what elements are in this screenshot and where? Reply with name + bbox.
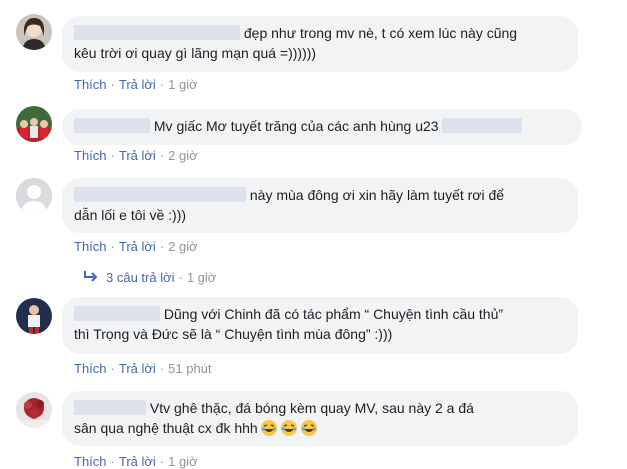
timestamp[interactable]: 2 giờ <box>168 148 198 163</box>
laughing-tears-emoji-icon <box>280 419 298 437</box>
redacted-tagged-name[interactable] <box>442 118 523 133</box>
timestamp[interactable]: 1 giờ <box>168 454 198 469</box>
comment-text-line1: Dũng với Chinh đã có tác phẩm “ Chuyện t… <box>163 306 504 322</box>
like-link[interactable]: Thích <box>74 361 107 376</box>
redacted-author-name[interactable] <box>74 118 150 133</box>
avatar[interactable] <box>16 14 52 50</box>
comment-text-line2: dẫn lối e tôi về :))) <box>74 207 187 223</box>
timestamp[interactable]: 51 phút <box>168 361 211 376</box>
comment-bubble: Dũng với Chinh đã có tác phẩm “ Chuyện t… <box>62 297 578 354</box>
view-replies-link[interactable]: 3 câu trả lời · 1 giờ <box>84 270 216 285</box>
comment-text-line2: kêu trời ơi quay gì lãng mạn quá =)))))) <box>74 45 317 61</box>
comment-text-line1: Vtv ghê thặc, đá bóng kèm quay MV, sau n… <box>149 400 474 416</box>
like-link[interactable]: Thích <box>74 239 107 254</box>
avatar[interactable] <box>16 298 52 334</box>
comment-actions: Thích · Trả lời · 1 giờ <box>74 77 198 92</box>
comment-text-line1: đẹp như trong mv nè, t có xem lúc này cũ… <box>243 25 518 41</box>
comment-actions: Thích · Trả lời · 1 giờ <box>74 454 198 469</box>
timestamp[interactable]: 2 giờ <box>168 239 198 254</box>
comment-bubble: đẹp như trong mv nè, t có xem lúc này cũ… <box>62 16 578 72</box>
comment-text-line1: Mv giấc Mơ tuyết trăng của các anh hùng … <box>153 118 439 134</box>
avatar-placeholder[interactable] <box>16 178 52 214</box>
laughing-tears-emoji-icon <box>260 419 278 437</box>
replies-timestamp: 1 giờ <box>186 270 217 285</box>
avatar[interactable] <box>16 106 52 142</box>
reply-link[interactable]: Trả lời <box>119 77 156 92</box>
avatar[interactable] <box>16 392 52 428</box>
laughing-tears-emoji-icon <box>300 419 318 437</box>
redacted-author-name[interactable] <box>74 187 246 202</box>
comment-bubble: Vtv ghê thặc, đá bóng kèm quay MV, sau n… <box>62 391 578 446</box>
reply-link[interactable]: Trả lời <box>119 454 156 469</box>
timestamp[interactable]: 1 giờ <box>168 77 198 92</box>
comment-text-line2: sân qua nghệ thuật cx đk hhh <box>74 420 258 436</box>
redacted-author-name[interactable] <box>74 400 146 415</box>
redacted-author-name[interactable] <box>74 25 240 40</box>
reply-link[interactable]: Trả lời <box>119 239 156 254</box>
comment-text-line2: thì Trọng và Đức sẽ là “ Chuyện tình mùa… <box>74 326 393 342</box>
comment-actions: Thích · Trả lời · 2 giờ <box>74 148 198 163</box>
replies-count[interactable]: 3 câu trả lời <box>106 270 175 285</box>
like-link[interactable]: Thích <box>74 454 107 469</box>
reply-link[interactable]: Trả lời <box>119 148 156 163</box>
comment-actions: Thích · Trả lời · 2 giờ <box>74 239 198 254</box>
reply-arrow-icon <box>84 270 98 285</box>
redacted-author-name[interactable] <box>74 306 160 321</box>
like-link[interactable]: Thích <box>74 148 107 163</box>
comment-actions: Thích · Trả lời · 51 phút <box>74 361 212 376</box>
reply-link[interactable]: Trả lời <box>119 361 156 376</box>
like-link[interactable]: Thích <box>74 77 107 92</box>
comment-text-line1: này mùa đông ơi xin hãy làm tuyết rơi để <box>249 187 505 203</box>
comment-bubble: Mv giấc Mơ tuyết trăng của các anh hùng … <box>62 109 582 145</box>
comment-bubble: này mùa đông ơi xin hãy làm tuyết rơi để… <box>62 178 578 233</box>
